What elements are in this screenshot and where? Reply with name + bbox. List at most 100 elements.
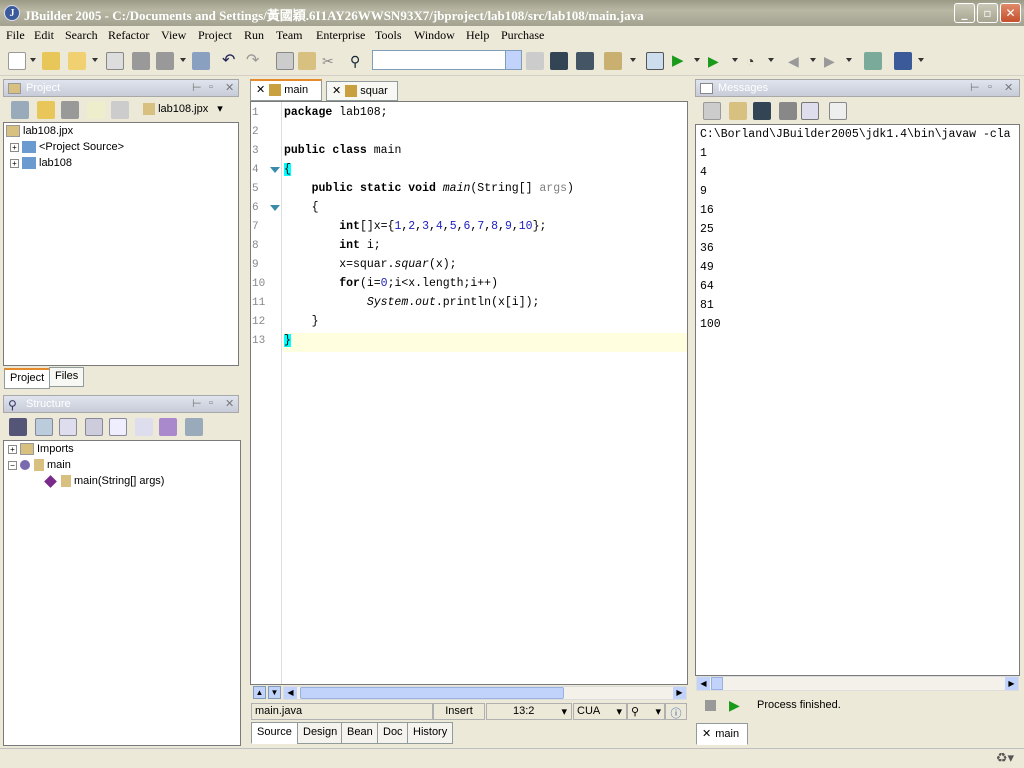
sort-icon[interactable] <box>85 418 103 436</box>
new-dropdown-icon[interactable] <box>30 58 36 62</box>
reopen-dropdown-icon[interactable] <box>92 58 98 62</box>
back-icon[interactable]: ◀ <box>788 52 806 70</box>
tab-design[interactable]: Design <box>297 722 344 744</box>
next-icon[interactable]: ▼ <box>268 686 281 699</box>
maximize-panel-icon[interactable]: ▫ <box>209 397 213 409</box>
find-classes-icon[interactable] <box>550 52 568 70</box>
menu-purchase[interactable]: Purchase <box>501 28 544 43</box>
menu-team[interactable]: Team <box>276 28 302 43</box>
fold-marker-icon[interactable] <box>270 167 280 173</box>
info-icon[interactable]: ⓘ <box>665 703 687 720</box>
find-icon[interactable] <box>753 102 771 120</box>
menu-run[interactable]: Run <box>244 28 264 43</box>
find-definition-icon[interactable] <box>576 52 594 70</box>
optimize-icon[interactable]: ◔ <box>746 52 764 70</box>
tab-history[interactable]: History <box>407 722 454 744</box>
float-icon[interactable]: ⊢ <box>192 397 202 410</box>
collapse-icon[interactable]: − <box>8 460 17 470</box>
chevron-down-icon[interactable]: ▾ <box>217 103 223 115</box>
close-tab-icon[interactable]: ✕ <box>332 85 341 97</box>
redo-icon[interactable]: ↷ <box>246 52 264 70</box>
tree-node-lab108[interactable]: + lab108 <box>10 157 72 170</box>
find-again-icon[interactable] <box>779 102 797 120</box>
tree-node-class-main[interactable]: − main <box>8 459 71 472</box>
prev-icon[interactable]: ▲ <box>253 686 266 699</box>
tree-node-project-source[interactable]: + <Project Source> <box>10 141 124 154</box>
close-panel-icon[interactable]: ✕ <box>225 397 234 410</box>
horizontal-scrollbar[interactable]: ◀ ▶ <box>283 686 687 700</box>
tab-bean[interactable]: Bean <box>341 722 379 744</box>
menu-search[interactable]: Search <box>65 28 98 43</box>
workspace-icon[interactable] <box>894 52 912 70</box>
status-zoom[interactable]: ⚲ ▾ <box>627 703 665 720</box>
maximize-button[interactable]: ▫ <box>977 3 998 23</box>
search-combo-input[interactable] <box>372 50 522 70</box>
chevron-down-icon[interactable]: ▾ <box>616 705 622 718</box>
filter-icon[interactable] <box>159 418 177 436</box>
menu-tools[interactable]: Tools <box>375 28 402 43</box>
group-icon[interactable] <box>135 418 153 436</box>
menu-project[interactable]: Project <box>198 28 232 43</box>
back-dropdown-icon[interactable] <box>810 58 816 62</box>
copy-content-icon[interactable] <box>703 102 721 120</box>
refresh-icon[interactable] <box>87 101 105 119</box>
clear-icon[interactable] <box>729 102 747 120</box>
project-properties-icon[interactable] <box>111 101 129 119</box>
close-tab-icon[interactable]: ✕ <box>702 728 711 740</box>
reopen-icon[interactable] <box>68 52 86 70</box>
find-icon[interactable]: ⚲ <box>350 52 368 70</box>
forward-dropdown-icon[interactable] <box>846 58 852 62</box>
menu-window[interactable]: Window <box>414 28 455 43</box>
minimize-button[interactable]: _ <box>954 3 975 23</box>
close-panel-icon[interactable]: ✕ <box>225 81 234 94</box>
maximize-panel-icon[interactable]: ▫ <box>988 81 992 93</box>
show-inherited-icon[interactable] <box>35 418 53 436</box>
remove-icon[interactable] <box>61 101 79 119</box>
stop-icon[interactable] <box>705 700 716 711</box>
scroll-thumb[interactable] <box>711 677 723 690</box>
open-project-icon[interactable] <box>42 52 60 70</box>
menu-enterprise[interactable]: Enterprise <box>316 28 365 43</box>
run-icon[interactable]: ▶ <box>672 52 690 70</box>
status-insert-mode[interactable]: Insert <box>433 703 485 720</box>
rerun-icon[interactable]: ▶ <box>729 697 740 714</box>
scroll-thumb[interactable] <box>300 687 564 699</box>
menu-refactor[interactable]: Refactor <box>108 28 149 43</box>
debug-dropdown-icon[interactable] <box>732 58 738 62</box>
structure-properties-icon[interactable] <box>185 418 203 436</box>
output-properties-icon[interactable] <box>829 102 847 120</box>
jbuilder-app-icon[interactable]: J <box>4 5 20 21</box>
save-all-icon[interactable] <box>156 52 174 70</box>
tab-main[interactable]: ✕ main <box>250 79 322 101</box>
add-files-icon[interactable] <box>37 101 55 119</box>
messages-hscrollbar[interactable]: ◀ ▶ <box>696 676 1019 691</box>
menu-edit[interactable]: Edit <box>34 28 54 43</box>
paste-icon[interactable] <box>298 52 316 70</box>
scroll-left-icon[interactable]: ◀ <box>697 677 710 690</box>
expand-icon[interactable]: + <box>10 142 19 152</box>
tab-doc[interactable]: Doc <box>377 722 409 744</box>
tab-source[interactable]: Source <box>251 722 298 744</box>
menu-help[interactable]: Help <box>466 28 489 43</box>
search-again-icon[interactable] <box>526 52 544 70</box>
save-dropdown-icon[interactable] <box>180 58 186 62</box>
tab-project[interactable]: Project <box>4 368 51 389</box>
run-dropdown-icon[interactable] <box>694 58 700 62</box>
wrap-text-icon[interactable] <box>801 102 819 120</box>
forward-icon[interactable]: ▶ <box>824 52 842 70</box>
scroll-right-icon[interactable]: ▶ <box>673 687 686 699</box>
float-icon[interactable]: ⊢ <box>192 81 202 94</box>
tree-node-method-main[interactable]: main(String[] args) <box>44 474 164 488</box>
tree-node-imports[interactable]: + Imports <box>8 443 74 456</box>
save-icon[interactable] <box>132 52 150 70</box>
run-config-icon[interactable] <box>646 52 664 70</box>
cut-icon[interactable]: ✂ <box>322 52 340 70</box>
undo-icon[interactable]: ↶ <box>222 52 240 70</box>
tab-messages-main[interactable]: ✕ main <box>696 723 748 745</box>
print-icon[interactable] <box>192 52 210 70</box>
chevron-down-icon[interactable]: ▾ <box>655 705 661 718</box>
tab-squar[interactable]: ✕ squar <box>326 81 398 101</box>
new-file-icon[interactable] <box>8 52 26 70</box>
tab-files[interactable]: Files <box>49 367 85 387</box>
close-project-icon[interactable] <box>11 101 29 119</box>
